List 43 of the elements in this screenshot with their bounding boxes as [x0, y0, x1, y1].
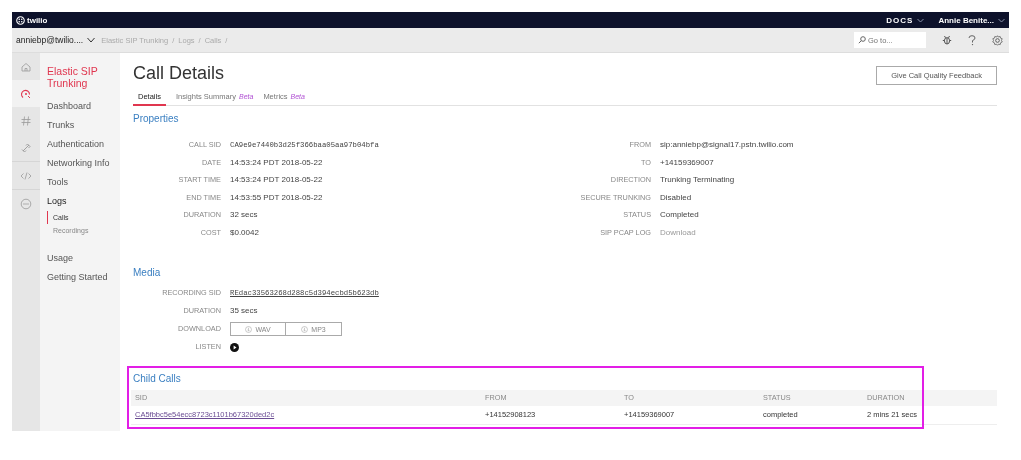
nav-item[interactable]: Authentication	[47, 135, 105, 154]
download-icon	[245, 325, 253, 333]
help-icon[interactable]	[968, 34, 976, 46]
page-title: Call Details	[133, 63, 225, 84]
section-title: Properties	[133, 113, 180, 124]
nav-item[interactable]: Trunks	[47, 116, 75, 135]
more-icon[interactable]	[20, 197, 32, 210]
section-title: Child Calls	[133, 373, 182, 384]
field-value: 32 secs	[230, 210, 258, 219]
field-value: 14:53:24 PDT 2018-05-22	[230, 175, 323, 184]
settings-icon[interactable]	[992, 34, 1003, 46]
field-value: Disabled	[660, 192, 692, 202]
docs-link[interactable]: DOCS	[886, 15, 914, 25]
field-value: Trunking Terminating	[660, 175, 735, 184]
field-value: 35 secs	[230, 306, 258, 315]
logo-icon	[16, 15, 25, 25]
sip-icon[interactable]	[20, 87, 32, 100]
hash-icon[interactable]	[20, 114, 32, 127]
product-title: Elastic SIP Trunking	[47, 65, 99, 89]
field-value: +14159369007	[660, 157, 714, 167]
field-value: $0.0042	[230, 227, 259, 237]
field-value: Completed	[660, 210, 699, 219]
account-selector[interactable]: anniebp@twilio....	[16, 35, 84, 45]
field-value: 14:53:24 PDT 2018-05-22	[230, 157, 323, 167]
nav-item[interactable]: Logs	[47, 192, 67, 211]
nav-item[interactable]: Tools	[47, 173, 68, 192]
code-icon[interactable]	[20, 169, 32, 182]
nav-item[interactable]: Getting Started	[47, 268, 108, 287]
user-menu[interactable]: Annie Benite...	[938, 15, 994, 25]
play-icon[interactable]	[230, 342, 239, 352]
field-value: sip:anniebp@signal17.pstn.twilio.com	[660, 140, 794, 149]
home-icon[interactable]	[20, 60, 32, 73]
chevron-icon[interactable]	[87, 37, 96, 43]
nav-item[interactable]: Dashboard	[47, 97, 92, 116]
link-icon[interactable]	[20, 141, 32, 154]
nav-item[interactable]: Usage	[47, 249, 73, 268]
section-title: Media	[133, 267, 162, 278]
nav-item[interactable]: Networking Info	[47, 154, 110, 173]
download-icon	[301, 325, 309, 333]
bug-icon[interactable]	[942, 35, 952, 45]
logo-text: twilio	[27, 15, 48, 25]
search-icon	[858, 36, 866, 44]
field-value: 14:53:55 PDT 2018-05-22	[230, 192, 323, 202]
